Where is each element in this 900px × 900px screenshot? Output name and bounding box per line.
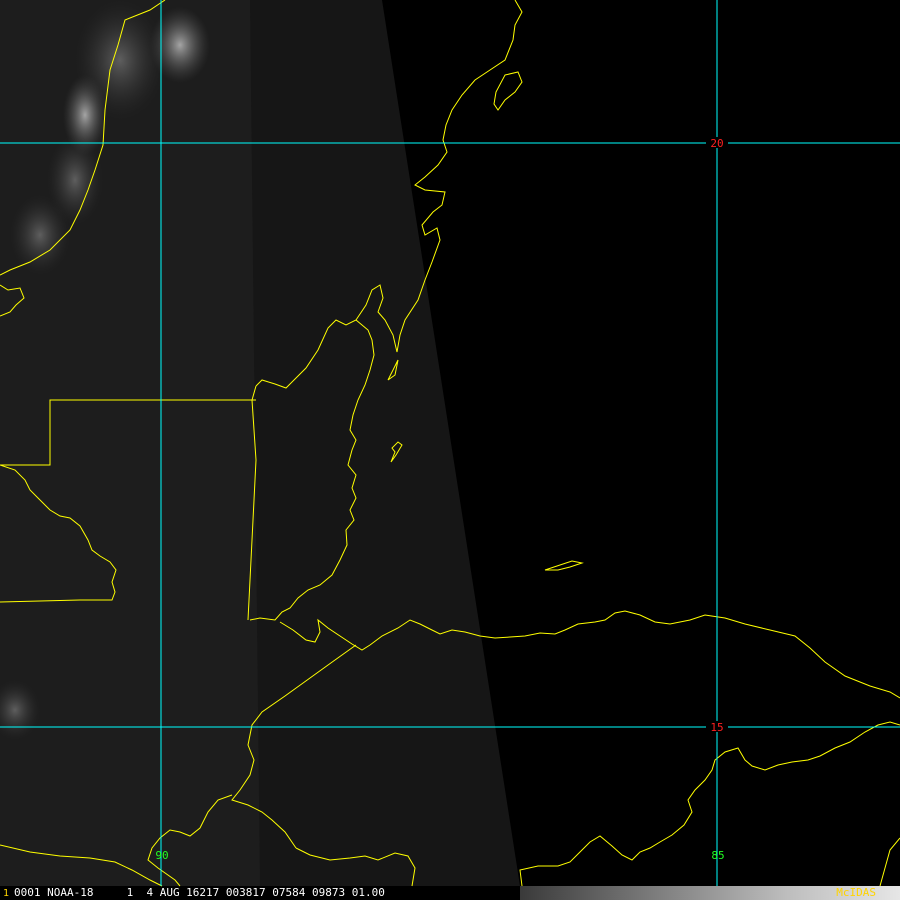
map-canvas: 20 15 90 85 xyxy=(0,0,900,887)
mcidas-brand: McIDAS xyxy=(836,886,876,899)
longitude-label-85: 85 xyxy=(711,849,724,862)
longitude-label-90: 90 xyxy=(155,849,168,862)
latitude-label-15: 15 xyxy=(710,721,723,734)
status-bar: 1 0001 NOAA-18 1 4 AUG 16217 003817 0758… xyxy=(0,886,900,900)
image-info-text: 0001 NOAA-18 1 4 AUG 16217 003817 07584 … xyxy=(14,886,385,899)
swath-shade xyxy=(0,0,260,886)
frame-number: 1 xyxy=(3,888,10,899)
satellite-image-frame: 20 15 90 85 1 0001 NOAA-18 1 4 AUG 16217… xyxy=(0,0,900,900)
latitude-label-20: 20 xyxy=(710,137,723,150)
